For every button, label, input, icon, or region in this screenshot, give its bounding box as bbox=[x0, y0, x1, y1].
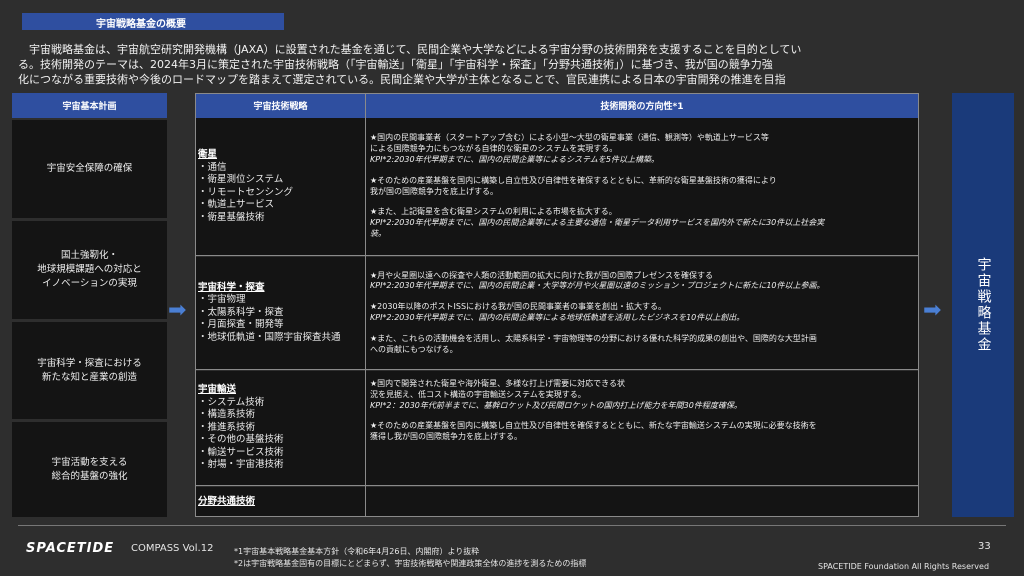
strategy-item: ・推進系技術 bbox=[198, 421, 256, 433]
strategy-title: 宇宙輸送 bbox=[198, 384, 237, 396]
direction-line: による国際競争力にもつながる自律的な衛星のシステムを実現する。 bbox=[370, 144, 618, 154]
spacetide-logo: SPACETIDE bbox=[26, 541, 115, 556]
direction-line: 況を見据え、低コスト構造の宇宙輸送システムを実現する。 bbox=[370, 389, 586, 399]
strategy-common-tech: 分野共通技術 bbox=[196, 487, 365, 517]
direction-satellite: ★国内の民間事業者（スタートアップ含む）による小型〜大型の衛星事業（通信、観測等… bbox=[366, 118, 918, 256]
left-item-security: 宇宙安全保障の確保 bbox=[12, 120, 167, 218]
direction-line: ★月や火星圏以遠への探査や人類の活動範囲の拡大に向けた我が国の国際プレゼンスを確… bbox=[370, 270, 714, 280]
direction-line: 我が国の国際競争力を底上げする。 bbox=[370, 186, 498, 196]
direction-line: 獲得し我が国の国際競争力を底上げする。 bbox=[370, 432, 522, 442]
direction-line: への貢献にもつなげる。 bbox=[370, 344, 458, 354]
fund-label: 宇宙戦略基金 bbox=[975, 257, 992, 353]
strategy-satellite: 衛星 ・通信 ・衛星測位システム ・リモートセンシング ・軌道上サービス ・衛星… bbox=[196, 118, 365, 256]
strategy-item: ・システム技術 bbox=[198, 396, 265, 408]
strategy-item: ・月面探査・開発等 bbox=[198, 319, 284, 331]
direction-line: ★そのための産業基盤を国内に構築し自立性及び自律性を確保するとともに、革新的な衛… bbox=[370, 175, 777, 185]
strategy-item: ・通信 bbox=[198, 161, 227, 173]
column-divider bbox=[365, 93, 366, 517]
left-item-foundation: 宇宙活動を支える 総合的基盤の強化 bbox=[12, 422, 167, 517]
strategy-item: ・その他の基盤技術 bbox=[198, 434, 284, 446]
strategy-item: ・衛星基盤技術 bbox=[198, 211, 265, 223]
kpi-line: KPI*2:2030年代早期までに、国内の民間企業等によるシステムを5件以上構築… bbox=[370, 154, 659, 164]
strategy-column-header: 宇宙技術戦略 bbox=[196, 93, 365, 118]
kpi-line: KPI*2:2030年代早期までに、国内の民間企業・大学等が月や火星圏以遠のミッ… bbox=[370, 281, 825, 291]
strategy-item: ・輸送サービス技術 bbox=[198, 446, 284, 458]
direction-space-science: ★月や火星圏以遠への探査や人類の活動範囲の拡大に向けた我が国の国際プレゼンスを確… bbox=[366, 257, 918, 370]
direction-line: ★また、上記衛星を含む衛星システムの利用による市場を拡大する。 bbox=[370, 207, 617, 217]
strategy-title: 分野共通技術 bbox=[198, 495, 256, 507]
direction-space-transport: ★国内で開発された衛星や海外衛星、多様な打上げ需要に対応できる状 況を見据え、低… bbox=[366, 371, 918, 486]
strategy-title: 宇宙科学・探査 bbox=[198, 281, 265, 293]
strategy-space-science: 宇宙科学・探査 ・宇宙物理 ・太陽系科学・探査 ・月面探査・開発等 ・地球低軌道… bbox=[196, 257, 365, 370]
direction-line: ★国内の民間事業者（スタートアップ含む）による小型〜大型の衛星事業（通信、観測等… bbox=[370, 133, 769, 143]
footer-divider bbox=[18, 525, 1006, 526]
left-item-resilience: 国土強靭化・ 地球規模課題への対応と イノベーションの実現 bbox=[12, 221, 167, 319]
direction-line: ★そのための産業基盤を国内に構築し自立性及び自律性を確保するとともに、新たな宇宙… bbox=[370, 421, 817, 431]
strategy-item: ・軌道上サービス bbox=[198, 199, 275, 210]
strategy-item: ・地球低軌道・国際宇宙探査共通 bbox=[198, 331, 341, 343]
strategy-item: ・射場・宇宙港技術 bbox=[198, 459, 284, 471]
kpi-line: KPI*2:2030年代早期までに、国内の民間企業等による主要な通信・衛星データ… bbox=[370, 218, 825, 228]
arrow-right-icon: ➡ bbox=[168, 298, 187, 323]
arrow-right-icon: ➡ bbox=[923, 298, 942, 323]
strategy-space-transport: 宇宙輸送 ・システム技術 ・構造系技術 ・推進系技術 ・その他の基盤技術 ・輸送… bbox=[196, 371, 365, 486]
volume-label: COMPASS Vol.12 bbox=[131, 543, 214, 554]
space-strategy-fund-box: 宇宙戦略基金 bbox=[952, 93, 1014, 517]
footnote-2: *2は宇宙戦略基金固有の目標にとどまらず、宇宙技術戦略や関連政策全体の進捗を測る… bbox=[234, 559, 587, 568]
strategy-item: ・太陽系科学・探査 bbox=[198, 306, 284, 318]
kpi-line: 装。 bbox=[370, 228, 386, 238]
intro-line-3: 化につながる重要技術や今後のロードマップを踏まえて選定されている。民間企業や大学… bbox=[18, 73, 786, 86]
direction-column-header: 技術開発の方向性*1 bbox=[366, 93, 918, 118]
kpi-line: KPI*2：2030年代前半までに、基幹ロケット及び民間ロケットの国内打上げ能力… bbox=[370, 400, 742, 410]
direction-line: ★2030年以降のポストISSにおける我が国の民間事業者の事業を創出・拡大する。 bbox=[370, 302, 667, 312]
intro-line-1: 宇宙戦略基金は、宇宙航空研究開発機構（JAXA）に設置された基金を通じて、民間企… bbox=[18, 43, 802, 56]
copyright: SPACETIDE Foundation All Rights Reserved bbox=[818, 562, 990, 571]
strategy-item: ・宇宙物理 bbox=[198, 294, 246, 306]
strategy-item: ・衛星測位システム bbox=[198, 174, 284, 185]
footnote-1: *1宇宙基本戦略基金基本方針（令和6年4月26日、内閣府）より抜粋 bbox=[234, 547, 480, 556]
direction-common-tech bbox=[366, 487, 918, 517]
left-item-science: 宇宙科学・探査における 新たな知と産業の創造 bbox=[12, 322, 167, 419]
section-title: 宇宙戦略基金の概要 bbox=[22, 13, 284, 30]
intro-line-2: る。技術開発のテーマは、2024年3月に策定された宇宙技術戦略（「宇宙輸送」「衛… bbox=[18, 58, 773, 71]
left-column-header: 宇宙基本計画 bbox=[12, 93, 167, 118]
strategy-item: ・リモートセンシング bbox=[198, 186, 294, 198]
strategy-title: 衛星 bbox=[198, 149, 218, 160]
strategy-item: ・構造系技術 bbox=[198, 409, 256, 421]
page-number: 33 bbox=[978, 541, 991, 552]
intro-text: 宇宙戦略基金は、宇宙航空研究開発機構（JAXA）に設置された基金を通じて、民間企… bbox=[18, 42, 943, 88]
kpi-line: KPI*2:2030年代早期までに、国内の民間企業等による地球低軌道を活用したビ… bbox=[370, 313, 745, 322]
direction-line: ★また、これらの活動機会を活用し、太陽系科学・宇宙物理等の分野における優れた科学… bbox=[370, 333, 817, 343]
direction-line: ★国内で開発された衛星や海外衛星、多様な打上げ需要に対応できる状 bbox=[370, 379, 626, 388]
